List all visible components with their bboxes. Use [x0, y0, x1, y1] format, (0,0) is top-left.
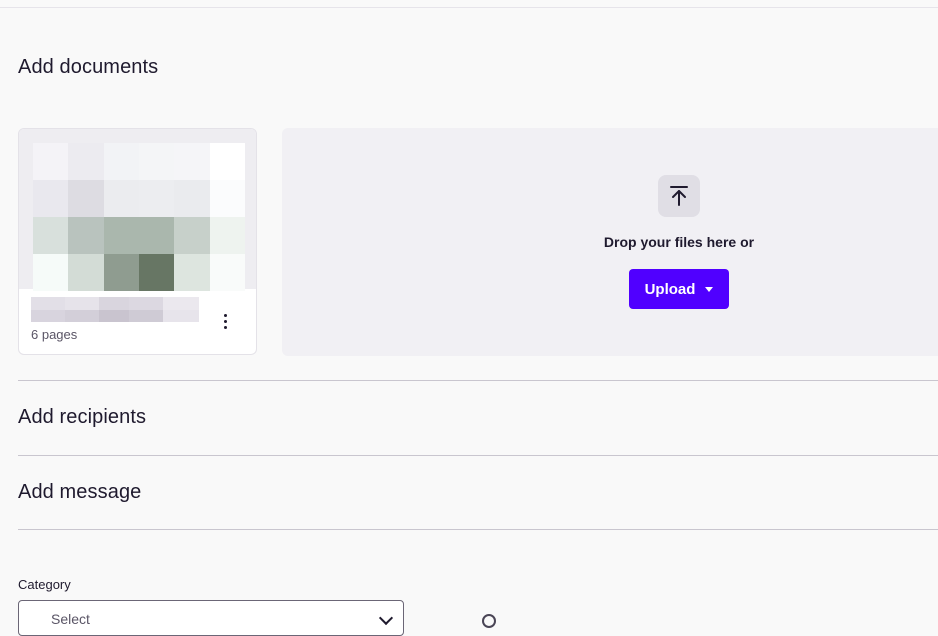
document-card[interactable]: 6 pages: [18, 128, 257, 355]
caret-down-icon: [705, 286, 714, 292]
category-select-value: Select: [51, 611, 90, 627]
blurred-thumbnail-image: [33, 143, 245, 291]
section-title-recipients[interactable]: Add recipients: [18, 406, 146, 429]
kebab-menu-icon[interactable]: [217, 311, 233, 331]
top-divider: [0, 7, 938, 8]
section-title-documents: Add documents: [18, 56, 159, 78]
section-divider: [18, 380, 938, 381]
section-divider: [18, 455, 938, 456]
section-divider: [18, 529, 938, 530]
chevron-down-icon: [378, 610, 394, 626]
category-select[interactable]: Select: [18, 600, 404, 636]
upload-button-label: Upload: [644, 280, 696, 298]
dropzone-text: Drop your files here or: [603, 234, 755, 250]
blurred-document-name: [31, 297, 199, 322]
document-thumbnail: [19, 129, 256, 291]
category-label: Category: [18, 577, 71, 592]
upload-button[interactable]: Upload: [629, 269, 729, 309]
file-dropzone[interactable]: Drop your files here or Upload: [282, 128, 938, 356]
help-icon[interactable]: [482, 614, 496, 628]
document-page-count: 6 pages: [31, 327, 78, 342]
section-title-message[interactable]: Add message: [18, 481, 141, 504]
upload-arrow-icon: [658, 175, 700, 217]
